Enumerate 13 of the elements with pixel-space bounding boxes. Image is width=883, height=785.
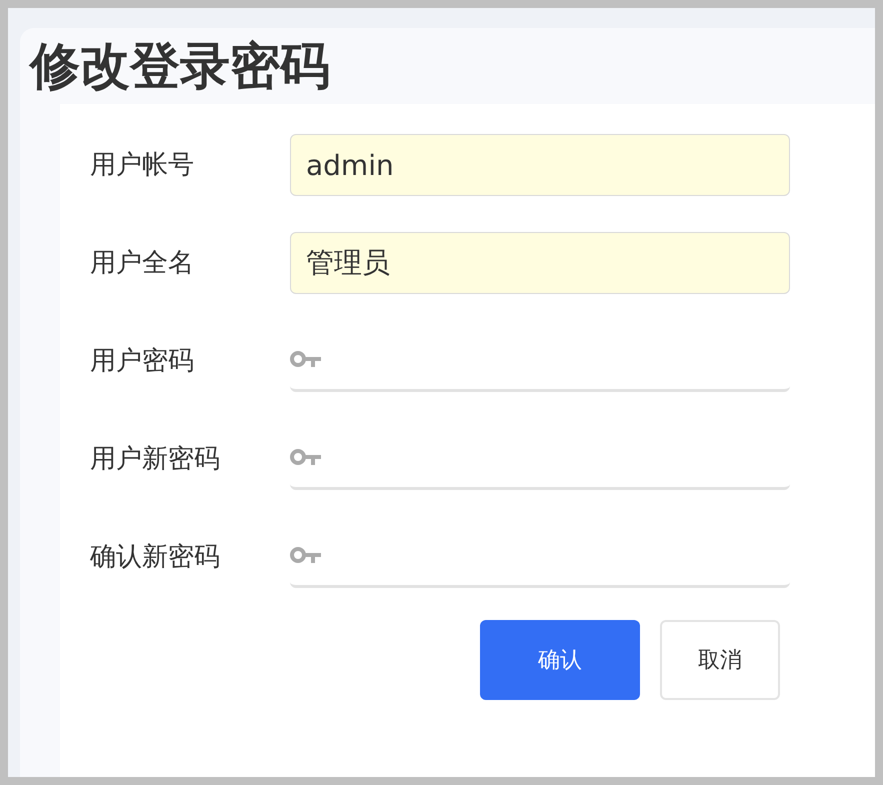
key-icon: [290, 350, 322, 368]
input-field[interactable]: 管理员: [290, 232, 790, 294]
field-label: 用户全名: [90, 246, 195, 280]
field-label: 用户帐号: [90, 148, 195, 182]
page-title: 修改登录密码: [30, 36, 331, 96]
input-field[interactable]: admin: [290, 134, 790, 196]
field-label: 确认新密码: [90, 540, 221, 574]
confirm-button[interactable]: 确认: [480, 620, 640, 700]
field-label: 用户密码: [90, 344, 195, 378]
key-icon: [290, 448, 322, 466]
key-icon: [290, 546, 322, 564]
cancel-button[interactable]: 取消: [660, 620, 780, 700]
field-label: 用户新密码: [90, 442, 221, 476]
